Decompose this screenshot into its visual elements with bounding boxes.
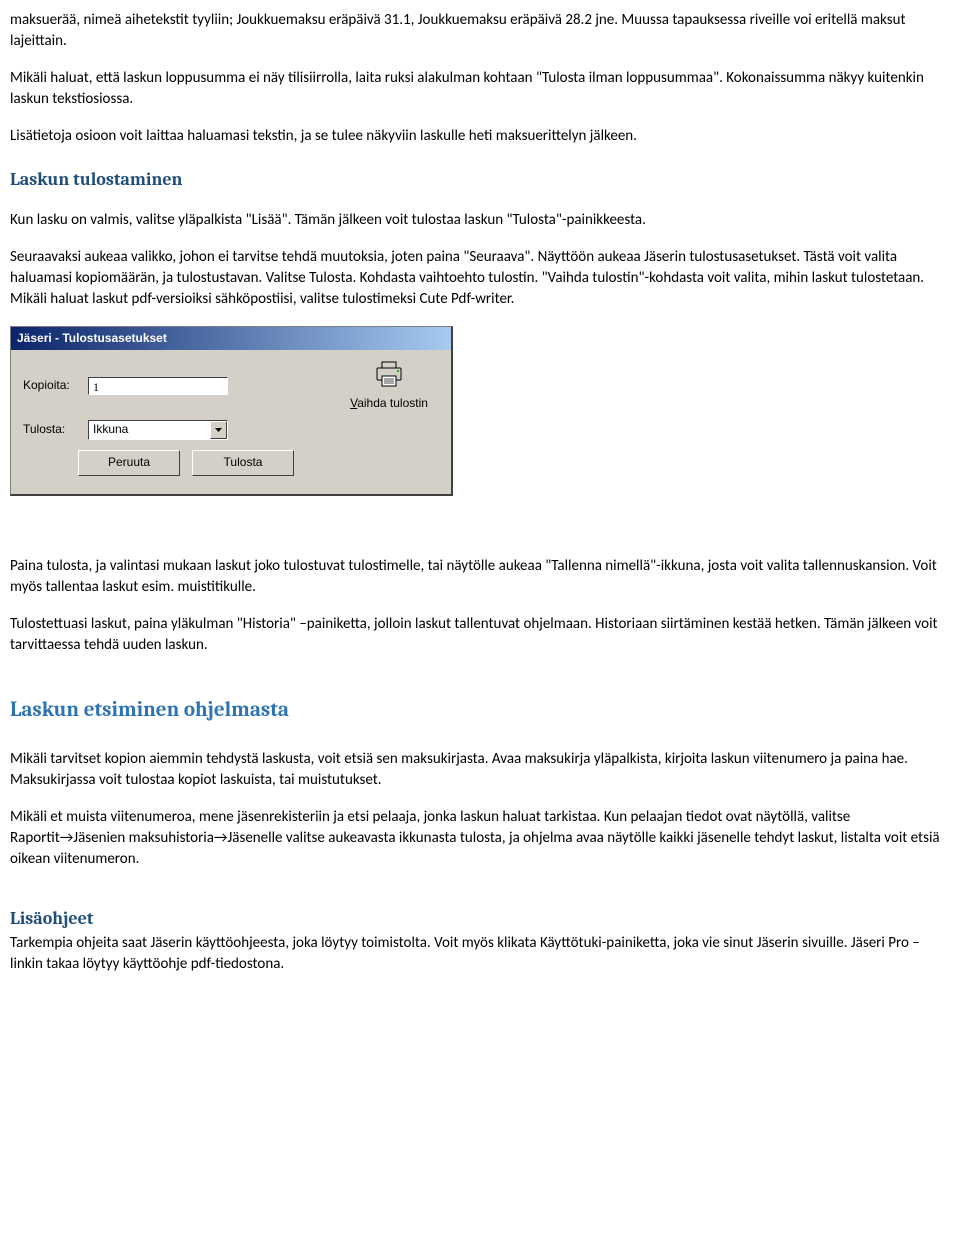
body-paragraph: Kun lasku on valmis, valitse yläpalkista… xyxy=(10,210,950,231)
change-printer-label: Vaihda tulostin xyxy=(339,395,439,412)
cancel-button[interactable]: Peruuta xyxy=(78,450,180,476)
copies-input[interactable]: 1 xyxy=(88,377,228,395)
copies-label: Kopioita: xyxy=(23,377,88,394)
section-heading-print: Laskun tulostaminen xyxy=(10,167,950,192)
body-paragraph: Mikäli haluat, että laskun loppusumma ei… xyxy=(10,68,950,110)
section-heading-search: Laskun etsiminen ohjelmasta xyxy=(10,696,950,725)
tulosta-select-value: Ikkuna xyxy=(93,421,128,438)
body-paragraph: Lisätietoja osioon voit laittaa haluamas… xyxy=(10,126,950,147)
tulosta-select[interactable]: Ikkuna xyxy=(88,420,228,440)
body-paragraph: Mikäli tarvitset kopion aiemmin tehdystä… xyxy=(10,749,950,791)
printer-icon xyxy=(339,360,439,393)
print-button[interactable]: Tulosta xyxy=(192,450,294,476)
body-paragraph: maksuerää, nimeä aihetekstit tyyliin; Jo… xyxy=(10,10,950,52)
body-paragraph: Paina tulosta, ja valintasi mukaan lasku… xyxy=(10,556,950,598)
tulosta-label: Tulosta: xyxy=(23,421,88,438)
dropdown-arrow-icon xyxy=(210,421,227,439)
body-paragraph: Tarkempia ohjeita saat Jäserin käyttöohj… xyxy=(10,933,950,975)
section-heading-more: Lisäohjeet xyxy=(10,906,950,931)
dialog-titlebar: Jäseri - Tulostusasetukset xyxy=(11,327,451,350)
print-settings-dialog: Jäseri - Tulostusasetukset Kopioita: 1 xyxy=(10,326,453,495)
body-paragraph: Tulostettuasi laskut, paina yläkulman "H… xyxy=(10,614,950,656)
body-paragraph: Seuraavaksi aukeaa valikko, johon ei tar… xyxy=(10,247,950,310)
change-printer-button[interactable]: Vaihda tulostin xyxy=(339,360,439,412)
body-paragraph: Mikäli et muista viitenumeroa, mene jäse… xyxy=(10,807,950,870)
